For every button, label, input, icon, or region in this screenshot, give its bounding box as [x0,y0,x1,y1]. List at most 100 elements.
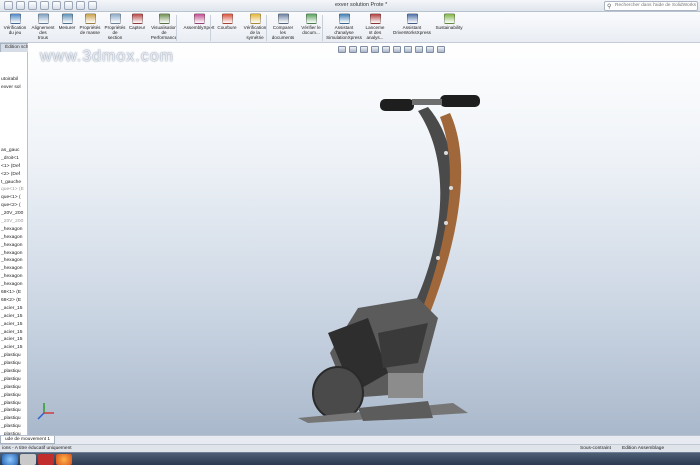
analysis-launch-button[interactable]: Lanceme nt des analys... [360,13,390,40]
right-grip [440,95,480,107]
feature-tree-item[interactable]: _plastiqu [0,368,27,376]
os-taskbar [0,452,700,465]
zoom-area-icon[interactable] [349,46,357,53]
feature-tree-item[interactable]: as_gauc [0,147,27,155]
curvature-button[interactable]: Courbure [215,13,239,30]
feature-tree-item[interactable]: _acier_15 [0,321,27,329]
feature-tree-item[interactable]: <2> (Def [0,171,27,179]
assemblyxpert-icon [193,13,205,24]
save-icon[interactable] [28,1,37,10]
feature-tree-item[interactable]: que<1> (E [0,186,27,194]
feature-tree-item[interactable]: _acier_15 [0,344,27,352]
feature-tree-item[interactable] [0,92,27,100]
feature-tree-item[interactable] [0,108,27,116]
taskbar-app-icon[interactable] [20,454,36,465]
new-document-icon[interactable] [4,1,13,10]
feature-tree-item[interactable]: _plastiqu [0,423,27,431]
feature-tree-item[interactable]: _plastiqu [0,360,27,368]
view-settings-icon[interactable] [437,46,445,53]
hide-show-items-icon[interactable] [404,46,412,53]
feature-tree-item[interactable]: exver sol [0,84,27,92]
feature-tree-item[interactable] [0,139,27,147]
sustainability-button[interactable]: Sustainability [434,13,464,30]
zoom-to-fit-icon[interactable] [338,46,346,53]
feature-tree-item[interactable]: _hexagon [0,273,27,281]
print-icon[interactable] [40,1,49,10]
open-icon[interactable] [16,1,25,10]
scooter-3d-model[interactable] [268,93,498,423]
view-orientation-icon[interactable] [382,46,390,53]
section-properties-button[interactable]: Propriétés de section [103,13,127,40]
feature-tree-item[interactable]: _plastiqu [0,376,27,384]
feature-tree-item[interactable]: _acier_15 [0,313,27,321]
measure-button[interactable]: Mesurer [57,13,77,30]
sensor-button[interactable]: Capteur [128,13,146,30]
watermark: www.3dmox.com [40,48,174,65]
tab-motion-study[interactable]: ude de mouvement 1 [0,436,56,444]
feature-tree-item[interactable]: _acier_15 [0,305,27,313]
feature-tree-item[interactable]: que<1> ( [0,194,27,202]
apply-scene-icon[interactable] [426,46,434,53]
feature-tree-item[interactable] [0,115,27,123]
feature-tree-item[interactable]: _20V_200 [0,218,27,226]
feature-tree-item[interactable] [0,131,27,139]
undo-icon[interactable] [52,1,61,10]
start-button-icon[interactable] [2,454,18,465]
rebuild-icon[interactable] [76,1,85,10]
hole-alignment-button[interactable]: Alignement des trous [30,13,56,40]
feature-tree-item[interactable]: 68<1> (E [0,289,27,297]
options-icon[interactable] [88,1,97,10]
feature-tree-item[interactable]: _acier_15 [0,336,27,344]
edit-appearance-icon[interactable] [415,46,423,53]
simulationxpress-icon [338,13,350,24]
feature-tree-item[interactable]: <1> (Def [0,163,27,171]
feature-tree-item[interactable]: _hexagon [0,242,27,250]
ribbon-button-label: Capteur [128,25,146,30]
feature-tree-item[interactable]: _hexagon [0,265,27,273]
compare-documents-icon [277,13,289,24]
select-icon[interactable] [64,1,73,10]
ribbon-button-label: Alignement des trous [31,25,55,40]
compare-documents-button[interactable]: Comparer les documents [270,13,296,40]
bolt [436,256,440,260]
simulationxpress-button[interactable]: Assistant d'analyse SimulationXpress [326,13,362,40]
feature-tree-item[interactable] [0,123,27,131]
feature-tree-item[interactable]: _hexagon [0,226,27,234]
feature-tree-item[interactable]: que<2> ( [0,202,27,210]
driveworksxpress-button[interactable]: Assistant DriveWorksXpress [392,13,432,35]
feature-tree-item[interactable]: utoirabil [0,76,27,84]
display-style-icon[interactable] [393,46,401,53]
feature-tree-item[interactable]: _droit<1 [0,155,27,163]
firefox-taskbar-icon[interactable] [56,454,72,465]
feature-tree-item[interactable]: _hexagon [0,281,27,289]
feature-tree-item[interactable]: _hexagon [0,234,27,242]
feature-tree-item[interactable]: _20V_200 [0,210,27,218]
mass-properties-button[interactable]: Propriétés de masse [78,13,102,35]
solidworks-taskbar-icon[interactable] [38,454,54,465]
feature-tree-item[interactable]: _hexagon [0,257,27,265]
previous-view-icon[interactable] [360,46,368,53]
command-manager: Vérification du jeu Alignement des trous M… [0,12,700,43]
feature-tree-item[interactable]: _plastiqu [0,415,27,423]
mass-properties-icon [84,13,96,24]
symmetry-check-icon [249,13,261,24]
help-search-input[interactable]: ⚲ Rechercher dans l'aide de SolidWorks [604,1,698,11]
feature-tree-item[interactable]: t_gauche [0,179,27,187]
feature-tree-item[interactable]: _plastiqu [0,392,27,400]
graphics-area[interactable]: www.3dmox.com [28,43,700,435]
performance-icon [158,13,170,24]
feature-tree-item[interactable]: _hexagon [0,250,27,258]
feature-tree-item[interactable]: _acier_15 [0,329,27,337]
bolt [449,186,453,190]
driveworksxpress-icon [406,13,418,24]
feature-tree-item[interactable]: _plastiqu [0,384,27,392]
feature-tree-item[interactable] [0,100,27,108]
feature-tree-item[interactable]: _plastiqu [0,407,27,415]
feature-tree-item[interactable]: _plastiqu [0,352,27,360]
feature-tree-item[interactable]: 68<2> (E [0,297,27,305]
section-view-icon[interactable] [371,46,379,53]
interference-check-button[interactable]: Vérification du jeu [2,13,28,35]
feature-tree-item[interactable]: _plastiqu [0,400,27,408]
feature-tree: utoirabil exver sol as_gauc _droit<1 <1> (De… [0,76,27,435]
check-document-button[interactable]: Vérifier le docum... [297,13,325,35]
